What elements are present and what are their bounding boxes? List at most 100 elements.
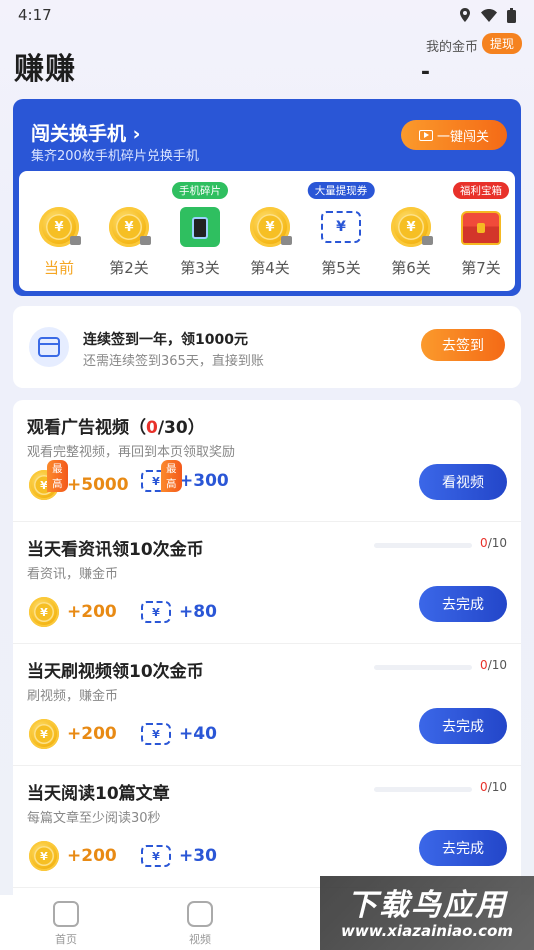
tab-home-label: 首页	[55, 933, 77, 946]
signin-button[interactable]: 去签到	[421, 329, 505, 361]
complete-button[interactable]: 去完成	[419, 830, 507, 866]
progress-bar	[374, 543, 472, 548]
challenge-subtitle: 集齐200枚手机碎片兑换手机	[31, 149, 199, 164]
tab-video[interactable]: 视频	[170, 901, 230, 947]
progress-text: 0/10	[480, 658, 507, 672]
home-icon	[53, 901, 79, 927]
coin-icon: ¥	[109, 207, 151, 249]
battery-icon	[507, 7, 516, 23]
level-1[interactable]: ¥ 当前	[24, 171, 94, 291]
coupon-reward: ¥ +30	[141, 845, 217, 867]
coins-value: -	[420, 60, 430, 85]
coin-icon: ¥	[29, 597, 59, 627]
coin-reward-amount: +200	[67, 846, 117, 866]
watch-video-button[interactable]: 看视频	[419, 464, 507, 500]
status-bar: 4:17	[0, 0, 534, 30]
coupon-reward: ¥ +40	[141, 723, 217, 745]
signin-title: 连续签到一年，领1000元	[83, 332, 248, 348]
coupon-icon: ¥	[141, 601, 171, 623]
video-icon	[187, 901, 213, 927]
level-label: 第3关	[180, 259, 220, 277]
level-7[interactable]: 福利宝箱 第7关	[446, 171, 516, 291]
level-2[interactable]: ¥ 第2关	[94, 171, 164, 291]
coin-icon: ¥	[29, 841, 59, 871]
task-read-articles: 当天阅读10篇文章 0/10 每篇文章至少阅读30秒 ¥ +200 ¥ +30 …	[13, 766, 521, 888]
treasure-chest-icon	[461, 207, 503, 249]
level-badge: 手机碎片	[172, 182, 228, 199]
level-6[interactable]: ¥ 第6关	[376, 171, 446, 291]
withdraw-button[interactable]: 提现	[481, 33, 522, 54]
level-label: 当前	[43, 259, 74, 277]
task-list: 观看广告视频（0/30） 观看完整视频，再回到本页领取奖励 ¥ 最高 +5000 …	[13, 400, 521, 910]
status-icons	[459, 7, 516, 23]
coin-reward: ¥ 最高 +5000	[29, 460, 129, 500]
coin-reward: ¥ +200	[29, 841, 117, 871]
task-read-news: 当天看资讯领10次金币 0/10 看资讯，赚金币 ¥ +200 ¥ +80 去完…	[13, 522, 521, 644]
one-key-challenge-button[interactable]: 一键闯关	[401, 120, 507, 150]
progress-bar	[374, 665, 472, 670]
one-key-label: 一键闯关	[436, 129, 489, 145]
coupon-reward: ¥ 最高 +300	[141, 460, 229, 492]
task-desc: 观看完整视频，再回到本页领取奖励	[27, 445, 236, 460]
progress-bar	[374, 787, 472, 792]
coin-icon: ¥	[39, 207, 81, 249]
level-label: 第2关	[109, 259, 149, 277]
coin-reward-amount: +200	[67, 724, 117, 744]
challenge-title[interactable]: 闯关换手机 ›	[31, 119, 140, 146]
max-tag: 最高	[47, 460, 68, 492]
task-desc: 每篇文章至少阅读30秒	[27, 811, 161, 826]
coin-reward: ¥ +200	[29, 719, 117, 749]
wifi-icon	[481, 8, 497, 22]
location-icon	[460, 8, 470, 22]
play-icon	[418, 129, 433, 141]
signin-card: 连续签到一年，领1000元 还需连续签到365天，直接到账 去签到	[13, 306, 521, 388]
header: 赚赚 我的金币 提现 -	[0, 30, 534, 100]
coin-reward-amount: +200	[67, 602, 117, 622]
signin-subtitle: 还需连续签到365天，直接到账	[83, 354, 264, 369]
coin-reward: ¥ +200	[29, 597, 117, 627]
coin-icon: ¥	[250, 207, 292, 249]
coin-icon: ¥	[29, 719, 59, 749]
max-tag: 最高	[161, 460, 182, 492]
withdraw-coupon-icon: ¥	[321, 207, 363, 249]
coupon-icon: ¥	[141, 845, 171, 867]
level-track: ¥ 当前 ¥ 第2关 手机碎片 第3关 ¥ 第4关 大量提现券 ¥ 第5关 ¥ …	[19, 171, 515, 291]
watermark: 下载鸟应用 www.xiazainiao.com	[320, 876, 534, 950]
level-badge: 福利宝箱	[453, 182, 509, 199]
task-watch-videos: 当天刷视频领10次金币 0/10 刷视频，赚金币 ¥ +200 ¥ +40 去完…	[13, 644, 521, 766]
coin-reward-amount: +5000	[67, 475, 129, 495]
tab-video-label: 视频	[189, 933, 211, 946]
level-badge: 大量提现券	[307, 182, 375, 199]
my-coins-label: 我的金币	[425, 40, 478, 55]
coupon-reward-amount: +300	[179, 471, 229, 491]
complete-button[interactable]: 去完成	[419, 708, 507, 744]
level-4[interactable]: ¥ 第4关	[235, 171, 305, 291]
task-title: 当天刷视频领10次金币	[27, 662, 204, 682]
coupon-icon: ¥	[141, 723, 171, 745]
task-desc: 刷视频，赚金币	[27, 689, 119, 704]
coupon-reward: ¥ +80	[141, 601, 217, 623]
challenge-card: 闯关换手机 › 集齐200枚手机碎片兑换手机 一键闯关 ¥ 当前 ¥ 第2关 手…	[13, 99, 521, 296]
progress-text: 0/10	[480, 536, 507, 550]
phone-fragment-icon	[180, 207, 222, 249]
tab-home[interactable]: 首页	[36, 901, 96, 947]
level-label: 第4关	[250, 259, 290, 277]
watermark-title: 下载鸟应用	[347, 888, 507, 923]
coin-icon: ¥	[391, 207, 433, 249]
status-time: 4:17	[18, 6, 52, 24]
chevron-right-icon: ›	[132, 123, 141, 145]
level-3[interactable]: 手机碎片 第3关	[165, 171, 235, 291]
coupon-reward-amount: +80	[179, 602, 217, 622]
level-5[interactable]: 大量提现券 ¥ 第5关	[306, 171, 376, 291]
page-title: 赚赚	[14, 52, 76, 87]
level-label: 第7关	[461, 259, 501, 277]
task-title: 当天阅读10篇文章	[27, 784, 170, 804]
complete-button[interactable]: 去完成	[419, 586, 507, 622]
progress-text: 0/10	[480, 780, 507, 794]
task-desc: 看资讯，赚金币	[27, 567, 119, 582]
watermark-url: www.xiazainiao.com	[340, 922, 514, 940]
calendar-icon	[29, 327, 69, 367]
task-title: 观看广告视频（0/30）	[27, 418, 205, 438]
coupon-reward-amount: +40	[179, 724, 217, 744]
coupon-reward-amount: +30	[179, 846, 217, 866]
